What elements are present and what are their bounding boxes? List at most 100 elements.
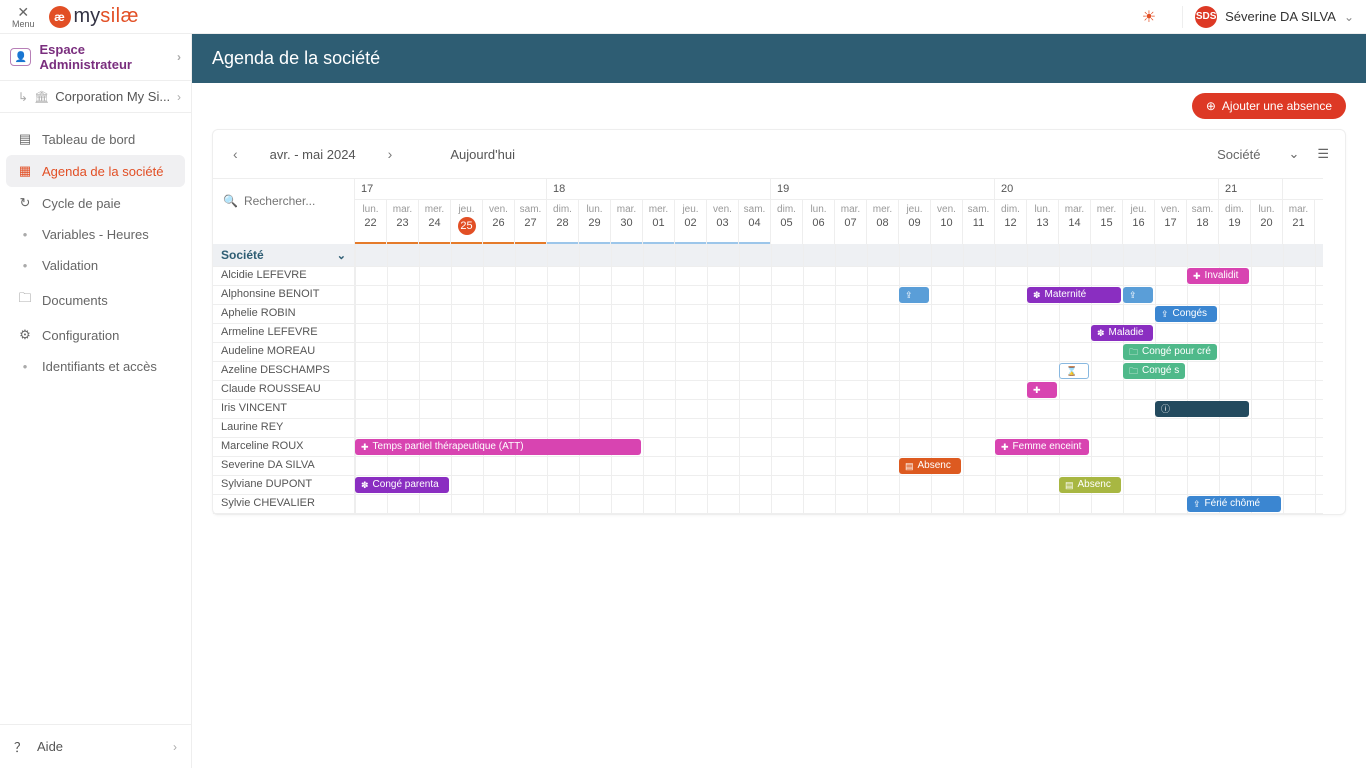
add-absence-button[interactable]: ⊕ Ajouter une absence	[1192, 93, 1346, 119]
sidebar-admin-space[interactable]: 👤 Espace Administrateur ›	[0, 34, 191, 81]
employee-row: Claude ROUSSEAU ✚	[213, 381, 1323, 400]
menu-toggle[interactable]: ✕ Menu	[12, 5, 35, 29]
absence-event[interactable]: ⌛	[1059, 363, 1089, 379]
day-cell[interactable]: sam.27	[515, 200, 547, 244]
nav-item-variables-heures[interactable]: Variables - Heures	[6, 219, 185, 250]
nav-item-configuration[interactable]: ⚙Configuration	[6, 319, 185, 351]
absence-event[interactable]: ✽Maternité	[1027, 287, 1121, 303]
day-cell[interactable]: mer.08	[867, 200, 899, 244]
user-menu-chevron-icon[interactable]: ⌄	[1344, 10, 1354, 24]
day-cell[interactable]: dim.19	[1219, 200, 1251, 244]
absence-event[interactable]: ⇪Férié chômé	[1187, 496, 1281, 512]
day-cell[interactable]: jeu.16	[1123, 200, 1155, 244]
nav-icon: ▤	[16, 131, 34, 147]
day-cell[interactable]: lun.29	[579, 200, 611, 244]
nav-item-identifiants-et-acc-s[interactable]: Identifiants et accès	[6, 351, 185, 382]
day-cell[interactable]: mar.21	[1283, 200, 1315, 244]
employee-name[interactable]: Alcidie LEFEVRE	[213, 267, 355, 285]
theme-toggle-icon[interactable]: ☀	[1142, 7, 1156, 27]
absence-event[interactable]: ▤Absenc	[899, 458, 961, 474]
employee-name[interactable]: Claude ROUSSEAU	[213, 381, 355, 399]
sidebar-corporation[interactable]: ↳ 🏛 Corporation My Si... ›	[0, 81, 191, 113]
employee-name[interactable]: Alphonsine BENOIT	[213, 286, 355, 304]
nav-item-cycle-de-paie[interactable]: ↻Cycle de paie	[6, 187, 185, 219]
day-cell[interactable]: mar.23	[387, 200, 419, 244]
day-of-week: sam.	[963, 204, 994, 215]
day-number: 03	[716, 217, 728, 229]
absence-event[interactable]: ✽Congé parenta	[355, 477, 449, 493]
absence-event[interactable]: ⇪	[1123, 287, 1153, 303]
day-cell[interactable]: dim.05	[771, 200, 803, 244]
employee-grid-area: 🗀Congé pour cré	[355, 343, 1323, 361]
absence-event[interactable]: ✚Femme enceint	[995, 439, 1089, 455]
calendar-scroll[interactable]: 🔍1718192021lun.22mar.23mer.24jeu.25ven.2…	[213, 178, 1345, 514]
day-cell[interactable]: lun.13	[1027, 200, 1059, 244]
day-cell[interactable]: sam.11	[963, 200, 995, 244]
employee-grid-area: ⇪✽Maternité⇪	[355, 286, 1323, 304]
day-cell[interactable]: mar.07	[835, 200, 867, 244]
view-dropdown[interactable]: Société ⌄	[1217, 146, 1299, 162]
event-label: Férié chômé	[1205, 496, 1261, 512]
absence-event[interactable]: 🗀Congé pour cré	[1123, 344, 1217, 360]
day-cell[interactable]: mar.14	[1059, 200, 1091, 244]
day-cell[interactable]: ven.26	[483, 200, 515, 244]
list-view-icon[interactable]: ☰	[1317, 146, 1329, 162]
day-cell[interactable]: lun.22	[355, 200, 387, 244]
employee-name[interactable]: Laurine REY	[213, 419, 355, 437]
absence-event[interactable]: ✚	[1027, 382, 1057, 398]
group-row[interactable]: Société⌄	[213, 244, 1323, 267]
day-cell[interactable]: mer.24	[419, 200, 451, 244]
day-cell[interactable]: jeu.02	[675, 200, 707, 244]
employee-name[interactable]: Aphelie ROBIN	[213, 305, 355, 323]
employee-name[interactable]: Sylviane DUPONT	[213, 476, 355, 494]
day-cell[interactable]: ven.17	[1155, 200, 1187, 244]
employee-name[interactable]: Marceline ROUX	[213, 438, 355, 456]
nav-item-validation[interactable]: Validation	[6, 250, 185, 281]
nav-item-documents[interactable]: 🗀Documents	[6, 281, 185, 319]
day-cell[interactable]: dim.28	[547, 200, 579, 244]
next-period-button[interactable]: ›	[384, 142, 397, 166]
nav-item-agenda-de-la-soci-t-[interactable]: ▦Agenda de la société	[6, 155, 185, 187]
day-cell[interactable]: lun.20	[1251, 200, 1283, 244]
employee-name[interactable]: Audeline MOREAU	[213, 343, 355, 361]
day-cell[interactable]: mer.01	[643, 200, 675, 244]
user-avatar[interactable]: SDS	[1195, 6, 1217, 28]
absence-event[interactable]: ✽Maladie	[1091, 325, 1153, 341]
day-cell[interactable]: lun.06	[803, 200, 835, 244]
employee-name[interactable]: Severine DA SILVA	[213, 457, 355, 475]
employee-grid-area: ✽Maladie	[355, 324, 1323, 342]
day-cell[interactable]: ven.03	[707, 200, 739, 244]
employee-name[interactable]: Azeline DESCHAMPS	[213, 362, 355, 380]
nav-icon: ▦	[16, 163, 34, 179]
employee-name[interactable]: Sylvie CHEVALIER	[213, 495, 355, 513]
day-cell[interactable]: ven.10	[931, 200, 963, 244]
prev-period-button[interactable]: ‹	[229, 142, 242, 166]
day-cell[interactable]: sam.18	[1187, 200, 1219, 244]
event-type-icon: ✚	[361, 439, 369, 455]
day-number: 23	[396, 217, 408, 229]
employee-name[interactable]: Iris VINCENT	[213, 400, 355, 418]
employee-row: Armeline LEFEVRE ✽Maladie	[213, 324, 1323, 343]
days-row: lun.22mar.23mer.24jeu.25ven.26sam.27dim.…	[355, 200, 1323, 244]
day-cell[interactable]: sam.04	[739, 200, 771, 244]
today-button[interactable]: Aujourd'hui	[450, 147, 515, 162]
absence-event[interactable]: ⇪	[899, 287, 929, 303]
search-input[interactable]	[244, 194, 344, 208]
week-cell: 21	[1219, 179, 1283, 199]
day-cell[interactable]: jeu.09	[899, 200, 931, 244]
day-cell[interactable]: mer.15	[1091, 200, 1123, 244]
nav-item-tableau-de-bord[interactable]: ▤Tableau de bord	[6, 123, 185, 155]
absence-event[interactable]: 🗀Congé s	[1123, 363, 1185, 379]
day-number: 02	[684, 217, 696, 229]
absence-event[interactable]: ⓘ	[1155, 401, 1249, 417]
absence-event[interactable]: ⇪Congés	[1155, 306, 1217, 322]
absence-event[interactable]: ▤Absenc	[1059, 477, 1121, 493]
absence-event[interactable]: ✚Temps partiel thérapeutique (ATT)	[355, 439, 641, 455]
day-cell[interactable]: mar.30	[611, 200, 643, 244]
sidebar-help[interactable]: ？ Aide ›	[0, 724, 191, 768]
employee-grid-area: ⌛ 🗀Congé s	[355, 362, 1323, 380]
absence-event[interactable]: ✚Invalidit	[1187, 268, 1249, 284]
day-cell[interactable]: dim.12	[995, 200, 1027, 244]
day-cell[interactable]: jeu.25	[451, 200, 483, 244]
employee-name[interactable]: Armeline LEFEVRE	[213, 324, 355, 342]
